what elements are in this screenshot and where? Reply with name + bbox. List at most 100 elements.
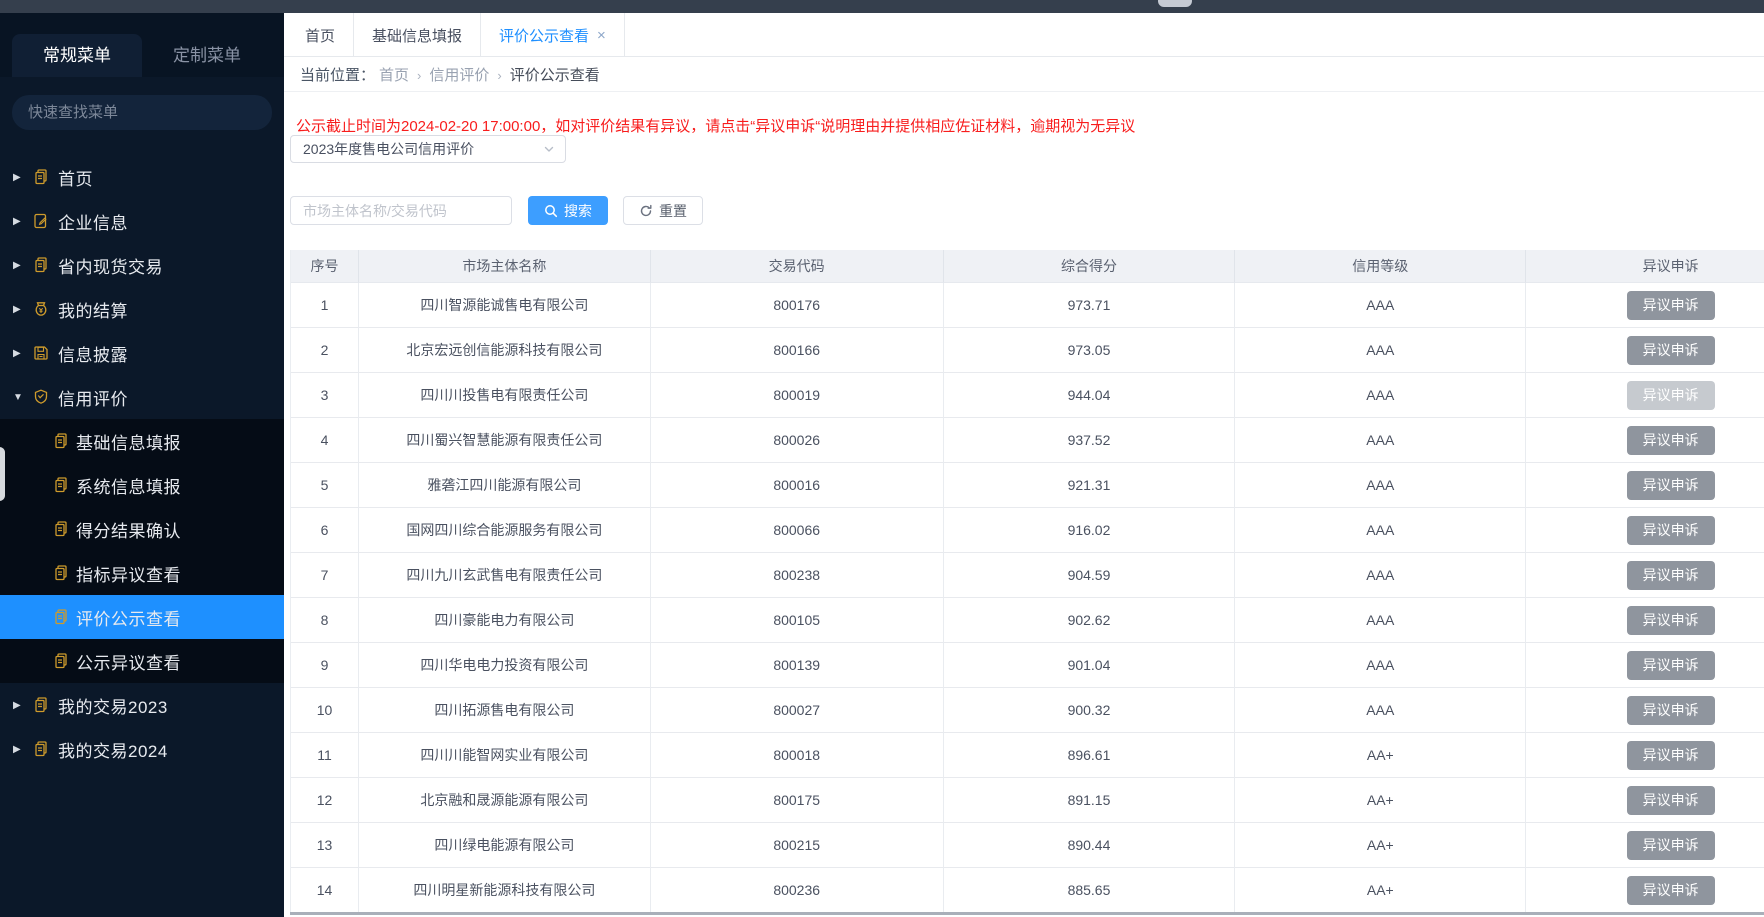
sidebar-item-信用评价[interactable]: ▼信用评价: [0, 375, 284, 419]
sidebar-subitem-系统信息填报[interactable]: 系统信息填报: [0, 463, 284, 507]
cell-company-name: 四川绿电能源有限公司: [359, 823, 651, 868]
cell-credit-grade: AAA: [1235, 508, 1526, 553]
appeal-button[interactable]: 异议申诉: [1627, 606, 1715, 635]
sidebar-subitem-指标异议查看[interactable]: 指标异议查看: [0, 551, 284, 595]
cell-company-name: 四川川投售电有限责任公司: [359, 373, 651, 418]
cell-credit-grade: AAA: [1235, 283, 1526, 328]
appeal-button[interactable]: 异议申诉: [1627, 831, 1715, 860]
disk-icon: [32, 343, 52, 363]
menu-quick-search[interactable]: [12, 95, 272, 130]
tab-评价公示查看[interactable]: 评价公示查看×: [481, 13, 625, 57]
cell-company-name: 北京宏远创信能源科技有限公司: [359, 328, 651, 373]
sidebar-subitem-label: 指标异议查看: [76, 561, 181, 586]
tab-基础信息填报[interactable]: 基础信息填报: [354, 13, 481, 57]
sidebar-subitem-评价公示查看[interactable]: 评价公示查看: [0, 595, 284, 639]
arrow-right-icon: ▶: [13, 744, 25, 755]
tab-label: 基础信息填报: [372, 25, 462, 46]
page-tabbar: 首页基础信息填报评价公示查看×: [284, 13, 1764, 57]
sidebar-resize-handle[interactable]: [0, 447, 5, 501]
cell-appeal: 异议申诉: [1526, 553, 1764, 598]
cell-seq: 8: [291, 598, 359, 643]
evaluation-table: 序号市场主体名称交易代码综合得分信用等级异议申诉1四川智源能诚售电有限公司800…: [290, 250, 1764, 913]
sidebar-item-我的交易2024[interactable]: ▶我的交易2024: [0, 727, 284, 771]
sidebar-tab-regular-menu[interactable]: 常规菜单: [12, 34, 142, 77]
cell-appeal: 异议申诉: [1526, 598, 1764, 643]
appeal-button[interactable]: 异议申诉: [1627, 426, 1715, 455]
table-row: 3四川川投售电有限责任公司800019944.04AAA异议申诉: [291, 373, 1764, 418]
search-icon: [544, 204, 558, 218]
arrow-right-icon: ▶: [13, 348, 25, 359]
appeal-button[interactable]: 异议申诉: [1627, 876, 1715, 905]
cell-credit-grade: AAA: [1235, 688, 1526, 733]
sidebar-item-省内现货交易[interactable]: ▶省内现货交易: [0, 243, 284, 287]
cell-score: 921.31: [944, 463, 1236, 508]
sidebar-item-首页[interactable]: ▶首页: [0, 155, 284, 199]
app-root: 常规菜单 定制菜单 ▶首页▶企业信息▶省内现货交易▶我的结算▶信息披露▼信用评价…: [0, 0, 1764, 917]
search-input[interactable]: [290, 196, 512, 225]
appeal-button[interactable]: 异议申诉: [1627, 651, 1715, 680]
table-row: 8四川豪能电力有限公司800105902.62AAA异议申诉: [291, 598, 1764, 643]
appeal-button[interactable]: 异议申诉: [1627, 741, 1715, 770]
appeal-button[interactable]: 异议申诉: [1627, 561, 1715, 590]
sidebar-item-我的结算[interactable]: ▶我的结算: [0, 287, 284, 331]
cell-seq: 1: [291, 283, 359, 328]
cell-appeal: 异议申诉: [1526, 823, 1764, 868]
cell-seq: 12: [291, 778, 359, 823]
table-row: 2北京宏远创信能源科技有限公司800166973.05AAA异议申诉: [291, 328, 1764, 373]
cell-appeal: 异议申诉: [1526, 733, 1764, 778]
cell-credit-grade: AAA: [1235, 553, 1526, 598]
cell-appeal: 异议申诉: [1526, 508, 1764, 553]
horizontal-scrollbar[interactable]: [290, 912, 1764, 915]
deadline-notice: 公示截止时间为2024-02-20 17:00:00，如对评价结果有异议，请点击…: [296, 115, 1754, 136]
appeal-button[interactable]: 异议申诉: [1627, 696, 1715, 725]
search-button[interactable]: 搜索: [528, 196, 608, 225]
appeal-button[interactable]: 异议申诉: [1627, 471, 1715, 500]
appeal-button[interactable]: 异议申诉: [1627, 516, 1715, 545]
tab-首页[interactable]: 首页: [287, 13, 354, 57]
docs-icon: [32, 739, 52, 759]
sidebar-tab-custom-menu[interactable]: 定制菜单: [142, 34, 272, 77]
menu-quick-search-input[interactable]: [12, 95, 272, 130]
sidebar-item-label: 我的交易2023: [58, 693, 168, 718]
breadcrumb: 当前位置： 首页›信用评价›评价公示查看: [284, 57, 1764, 92]
cell-seq: 10: [291, 688, 359, 733]
cell-credit-grade: AAA: [1235, 598, 1526, 643]
sidebar-subitem-label: 系统信息填报: [76, 473, 181, 498]
cell-appeal: 异议申诉: [1526, 328, 1764, 373]
cell-score: 891.15: [944, 778, 1236, 823]
evaluation-period-select[interactable]: 2023年度售电公司信用评价: [290, 135, 566, 163]
appeal-button[interactable]: 异议申诉: [1627, 291, 1715, 320]
cell-company-name: 四川川能智网实业有限公司: [359, 733, 651, 778]
reset-button[interactable]: 重置: [623, 196, 703, 225]
cell-seq: 13: [291, 823, 359, 868]
cell-appeal: 异议申诉: [1526, 868, 1764, 913]
cell-score: 890.44: [944, 823, 1236, 868]
breadcrumb-item-首页[interactable]: 首页: [379, 67, 409, 84]
sidebar-subitem-公示异议查看[interactable]: 公示异议查看: [0, 639, 284, 683]
breadcrumb-item-信用评价[interactable]: 信用评价: [429, 67, 489, 84]
cell-trade-code: 800175: [651, 778, 944, 823]
appeal-button[interactable]: 异议申诉: [1627, 336, 1715, 365]
cell-credit-grade: AA+: [1235, 823, 1526, 868]
cell-appeal: 异议申诉: [1526, 418, 1764, 463]
docs-icon: [32, 167, 52, 187]
sidebar-subitem-基础信息填报[interactable]: 基础信息填报: [0, 419, 284, 463]
docs-icon: [52, 431, 72, 451]
table-row: 5雅砻江四川能源有限公司800016921.31AAA异议申诉: [291, 463, 1764, 508]
sidebar-item-企业信息[interactable]: ▶企业信息: [0, 199, 284, 243]
appeal-button[interactable]: 异议申诉: [1627, 786, 1715, 815]
top-notch: [1158, 0, 1192, 7]
cell-trade-code: 800166: [651, 328, 944, 373]
cell-credit-grade: AAA: [1235, 643, 1526, 688]
cell-trade-code: 800176: [651, 283, 944, 328]
sidebar-item-我的交易2023[interactable]: ▶我的交易2023: [0, 683, 284, 727]
close-icon[interactable]: ×: [597, 28, 606, 43]
cell-company-name: 雅砻江四川能源有限公司: [359, 463, 651, 508]
docs-icon: [52, 607, 72, 627]
sidebar: 常规菜单 定制菜单 ▶首页▶企业信息▶省内现货交易▶我的结算▶信息披露▼信用评价…: [0, 13, 284, 917]
sidebar-subitem-得分结果确认[interactable]: 得分结果确认: [0, 507, 284, 551]
breadcrumb-prefix: 当前位置：: [300, 64, 375, 85]
docs-icon: [52, 563, 72, 583]
sidebar-item-信息披露[interactable]: ▶信息披露: [0, 331, 284, 375]
cell-appeal: 异议申诉: [1526, 373, 1764, 418]
